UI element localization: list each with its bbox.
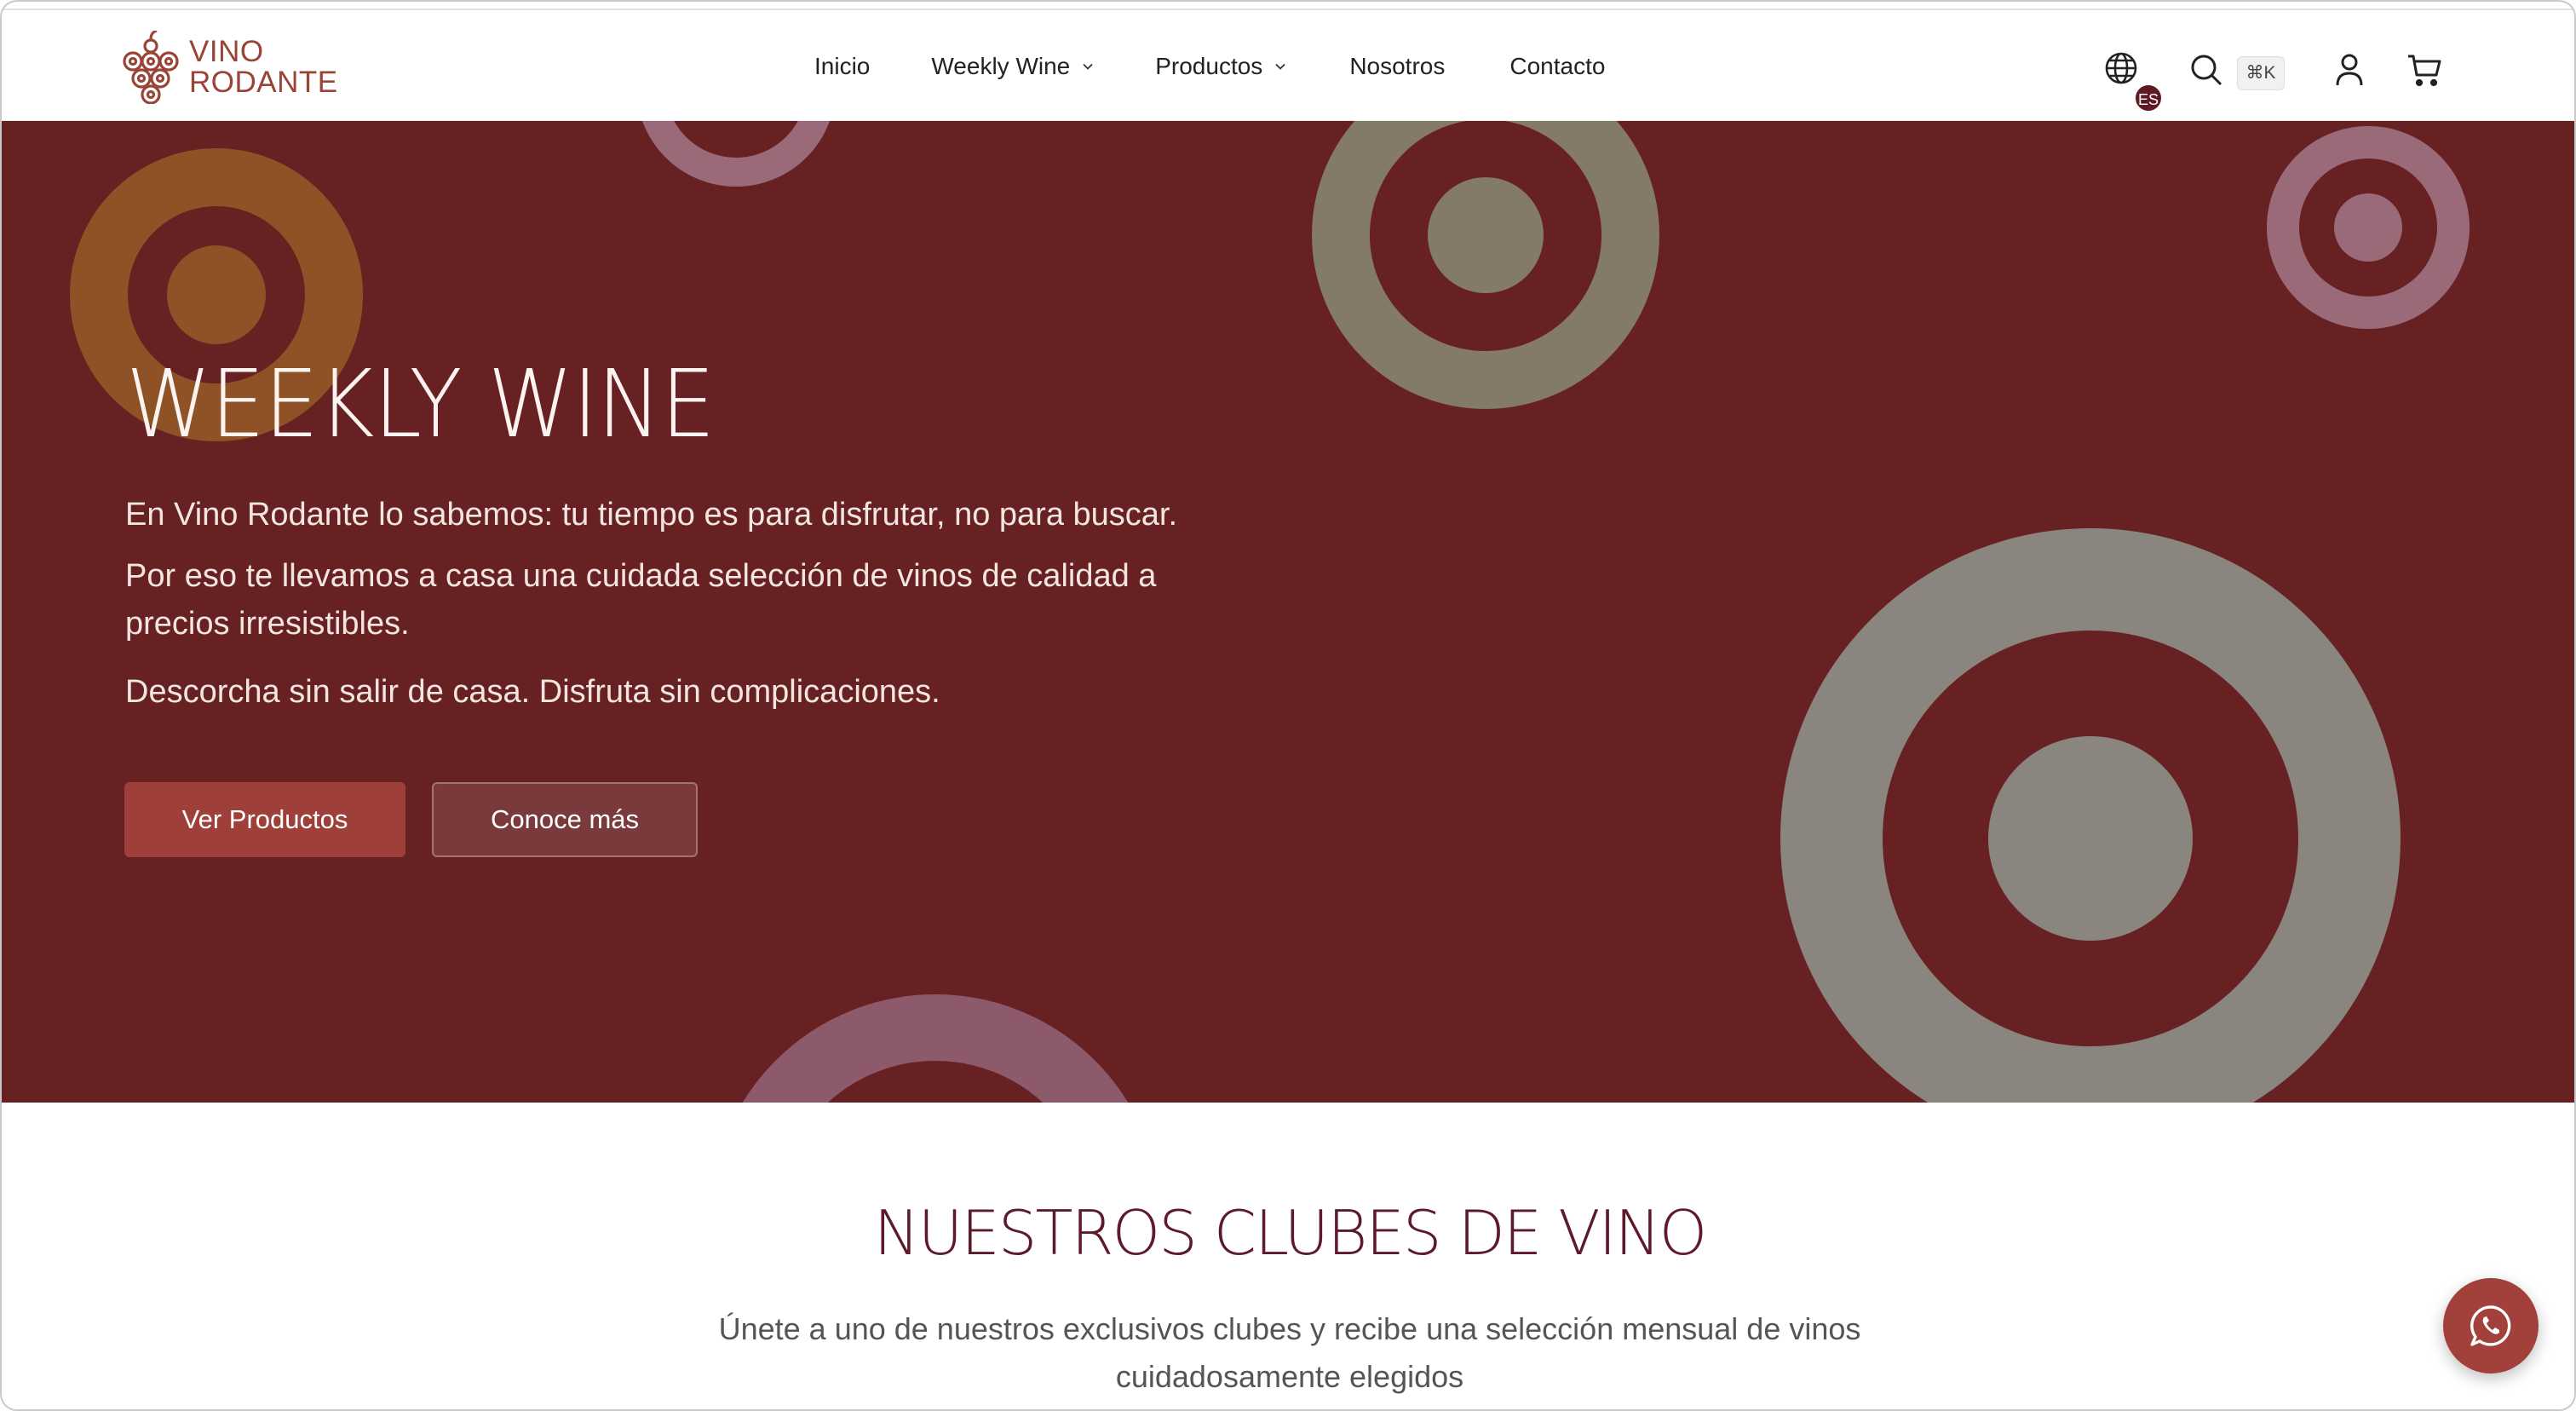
conoce-mas-button[interactable]: Conoce más [432, 782, 698, 857]
globe-icon [2105, 52, 2137, 84]
clubs-subtitle: Únete a uno de nuestros exclusivos clube… [718, 1311, 1861, 1394]
clubs-title: NUESTROS CLUBES DE VINO [873, 1197, 1708, 1269]
user-icon [2336, 54, 2363, 86]
nav-label: Productos [1155, 53, 1263, 79]
language-button[interactable] [2104, 51, 2142, 89]
language-badge: ES [2134, 84, 2163, 112]
nav-item-contacto[interactable]: Contacto [1509, 53, 1605, 80]
ver-productos-button[interactable]: Ver Productos [124, 782, 405, 857]
nav-label: Contacto [1509, 53, 1606, 79]
main-nav: Inicio Weekly Wine Productos Nosotros Co… [814, 53, 1666, 80]
logo-text: VINO RODANTE [189, 37, 338, 98]
nav-item-productos[interactable]: Productos [1155, 53, 1286, 80]
search-shortcut-hint: ⌘K [2237, 56, 2285, 90]
hero-paragraph-3: Descorcha sin salir de casa. Disfruta si… [125, 674, 940, 710]
account-button[interactable] [2331, 51, 2368, 89]
nav-label: Weekly Wine [931, 53, 1071, 79]
logo-line-1: VINO [189, 35, 264, 68]
logo-line-2: RODANTE [189, 66, 338, 99]
cart-button[interactable] [2406, 51, 2443, 89]
grape-logo-icon [123, 31, 179, 104]
hero-paragraph-2: Por eso te llevamos a casa una cuidada s… [125, 558, 1157, 642]
logo[interactable]: VINO RODANTE [121, 31, 338, 104]
search-button[interactable] [2188, 51, 2225, 89]
nav-label: Nosotros [1349, 53, 1446, 79]
search-icon [2191, 55, 2222, 86]
whatsapp-button[interactable] [2443, 1278, 2539, 1374]
whatsapp-icon [2470, 1305, 2511, 1346]
chevron-down-icon [1083, 63, 1093, 70]
chevron-down-icon [1275, 63, 1285, 70]
nav-item-nosotros[interactable]: Nosotros [1349, 53, 1445, 80]
nav-item-inicio[interactable]: Inicio [814, 53, 870, 80]
hero-section: WEEKLY WINE En Vino Rodante lo sabemos: … [2, 121, 2574, 1103]
site-header: VINO RODANTE Inicio Weekly Wine Producto… [2, 9, 2574, 121]
hero-paragraph-1: En Vino Rodante lo sabemos: tu tiempo es… [125, 497, 1178, 533]
cart-icon [2408, 55, 2441, 87]
nav-item-weekly-wine[interactable]: Weekly Wine [931, 53, 1094, 80]
browser-window: VINO RODANTE Inicio Weekly Wine Producto… [0, 0, 2576, 1411]
nav-label: Inicio [814, 53, 871, 79]
hero-title: WEEKLY WINE [126, 349, 716, 458]
